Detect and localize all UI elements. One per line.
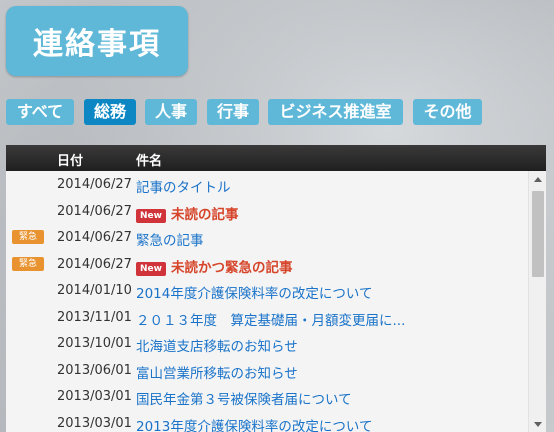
row-date: 2014/01/10 (57, 283, 132, 298)
row-subject: New 未読の記事 (136, 203, 239, 223)
row-subject: 北海道支店移転のお知らせ (136, 335, 298, 355)
page-title-box: 連絡事項 (6, 6, 188, 76)
page-title: 連絡事項 (33, 27, 161, 62)
row-subject: 記事のタイトル (136, 176, 231, 196)
triangle-down-icon[interactable] (529, 416, 546, 432)
row-date: 2013/10/01 (57, 336, 132, 351)
scrollbar-thumb[interactable] (532, 191, 544, 277)
table-row: 2013/03/01 2013年度介護保険料率の改定について (6, 410, 528, 432)
notice-list-panel: 日付 件名 2014/06/27 記事のタイトル 2014/06/27 New 未読の記… (6, 145, 546, 432)
tab-business-promotion[interactable]: ビジネス推進室 (268, 99, 403, 125)
triangle-up-icon[interactable] (529, 171, 546, 187)
tab-other[interactable]: その他 (413, 99, 482, 125)
column-header-date: 日付 (57, 154, 84, 169)
row-subject-link[interactable]: 2014年度介護保険料率の改定について (136, 286, 372, 302)
row-date: 2014/06/27 (57, 177, 132, 192)
notice-rows: 2014/06/27 記事のタイトル 2014/06/27 New 未読の記事 緊急 201… (6, 171, 528, 432)
table-row: 2013/10/01 北海道支店移転のお知らせ (6, 330, 528, 357)
column-header-subject: 件名 (136, 154, 163, 169)
row-subject: New 未読かつ緊急の記事 (136, 256, 293, 276)
new-badge: New (136, 208, 166, 223)
row-subject: 2014年度介護保険料率の改定について (136, 282, 372, 302)
row-date: 2014/06/27 (57, 230, 132, 245)
row-date: 2014/06/27 (57, 256, 132, 272)
row-subject-link[interactable]: 富山営業所移転のお知らせ (136, 366, 298, 382)
vertical-scrollbar[interactable] (528, 171, 546, 432)
row-subject: 富山営業所移転のお知らせ (136, 362, 298, 382)
new-badge: New (136, 261, 166, 276)
row-subject-link[interactable]: 緊急の記事 (136, 233, 204, 249)
tab-all[interactable]: すべて (6, 99, 74, 125)
row-subject: 国民年金第３号被保険者届について (136, 388, 352, 408)
row-date: 2013/03/01 (57, 415, 132, 431)
table-row: 2013/06/01 富山営業所移転のお知らせ (6, 357, 528, 384)
row-subject-link[interactable]: 未読かつ緊急の記事 (171, 260, 293, 276)
tab-general-affairs[interactable]: 総務 (84, 99, 136, 125)
row-subject-link[interactable]: 未読の記事 (171, 207, 239, 223)
table-header: 日付 件名 (6, 145, 546, 171)
table-row: 2014/01/10 2014年度介護保険料率の改定について (6, 277, 528, 304)
urgent-badge: 緊急 (12, 230, 44, 244)
tab-hr[interactable]: 人事 (145, 99, 197, 125)
row-subject-link[interactable]: ２０１３年度 算定基礎届・月額変更届に... (136, 313, 405, 329)
table-row: 緊急 2014/06/27 New 未読かつ緊急の記事 (6, 251, 528, 278)
row-subject-link[interactable]: 記事のタイトル (136, 180, 231, 196)
table-row: 2013/11/01 ２０１３年度 算定基礎届・月額変更届に... (6, 304, 528, 331)
table-row: 2013/03/01 国民年金第３号被保険者届について (6, 383, 528, 410)
row-subject: 緊急の記事 (136, 229, 204, 249)
table-row: 2014/06/27 記事のタイトル (6, 171, 528, 198)
row-subject-link[interactable]: 国民年金第３号被保険者届について (136, 392, 352, 408)
table-row: 緊急 2014/06/27 緊急の記事 (6, 224, 528, 251)
row-subject: 2013年度介護保険料率の改定について (136, 415, 372, 432)
urgent-badge: 緊急 (12, 256, 44, 271)
row-date: 2014/06/27 (57, 203, 132, 219)
row-subject-link[interactable]: 2013年度介護保険料率の改定について (136, 419, 372, 432)
row-date: 2013/06/01 (57, 362, 132, 378)
row-subject-link[interactable]: 北海道支店移転のお知らせ (136, 339, 298, 355)
row-date: 2013/11/01 (57, 309, 132, 325)
row-date: 2013/03/01 (57, 389, 132, 404)
row-subject: ２０１３年度 算定基礎届・月額変更届に... (136, 309, 405, 329)
table-row: 2014/06/27 New 未読の記事 (6, 198, 528, 225)
tab-events[interactable]: 行事 (207, 99, 259, 125)
